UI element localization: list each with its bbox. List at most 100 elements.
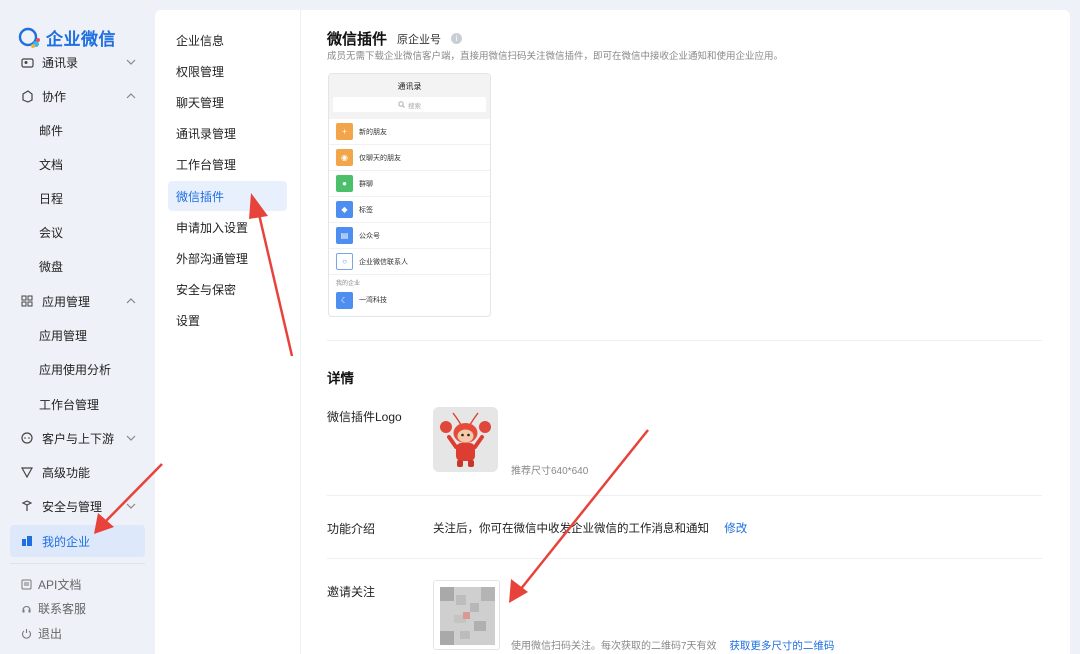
subnav-label: 外部沟通管理 xyxy=(176,251,249,266)
nav-docs[interactable]: 文档 xyxy=(10,148,145,180)
subnav-label: 通讯录管理 xyxy=(176,126,237,141)
chevron-down-icon xyxy=(126,503,136,509)
apps-icon xyxy=(20,294,34,308)
subnav-wechat-plugin[interactable]: 微信插件 xyxy=(168,181,287,211)
nav-label: 日程 xyxy=(39,191,64,206)
func-intro-text: 关注后，你可在微信中收发企业微信的工作消息和通知 xyxy=(433,523,709,535)
func-intro: 关注后，你可在微信中收发企业微信的工作消息和通知 修改 xyxy=(433,520,747,536)
subnav-label: 企业信息 xyxy=(176,33,225,48)
preview-row-label: 群聊 xyxy=(359,180,373,188)
content-area: 微信插件 原企业号 i 成员无需下载企业微信客户端，直接用微信扫码关注微信插件，… xyxy=(327,10,1047,654)
nav-label: 工作台管理 xyxy=(39,397,100,412)
preview-header: 通讯录 搜索 xyxy=(329,74,490,119)
official-account-icon: ▤ xyxy=(336,227,353,244)
plugin-logo-image[interactable] xyxy=(433,407,498,472)
subnav-settings[interactable]: 设置 xyxy=(168,305,287,335)
subnav-label: 聊天管理 xyxy=(176,95,225,110)
qr-code-image[interactable] xyxy=(433,580,500,650)
footer-api-docs[interactable]: API文档 xyxy=(20,574,81,594)
nav-contacts[interactable]: 通讯录 xyxy=(10,46,145,78)
chevron-up-icon xyxy=(126,298,136,304)
nav-mail[interactable]: 邮件 xyxy=(10,114,145,146)
footer-label: API文档 xyxy=(38,577,82,592)
nav-calendar[interactable]: 日程 xyxy=(10,182,145,214)
nav-app-management[interactable]: 应用管理 xyxy=(10,285,145,317)
nav-drive[interactable]: 微盘 xyxy=(10,250,145,282)
sidebar-divider xyxy=(10,563,145,564)
edit-func-link[interactable]: 修改 xyxy=(724,523,747,535)
wecom-contact-icon: ○ xyxy=(336,253,353,270)
subnav-label: 安全与保密 xyxy=(176,282,237,297)
enterprise-icon xyxy=(20,534,34,548)
group-icon: ● xyxy=(336,175,353,192)
func-label: 功能介绍 xyxy=(327,522,376,536)
qr-code-icon xyxy=(434,581,499,649)
add-friend-icon: + xyxy=(336,123,353,140)
logo-size-hint: 推荐尺寸640*640 xyxy=(511,466,589,477)
nav-app-management-sub[interactable]: 应用管理 xyxy=(10,319,145,351)
footer-label: 退出 xyxy=(38,626,63,641)
enterprise-logo-icon: ☾ xyxy=(336,291,353,309)
preview-row: ☾ 一湾科技 xyxy=(329,287,490,313)
page-header: 微信插件 原企业号 i xyxy=(327,28,463,49)
lobster-mascot-icon xyxy=(433,407,498,472)
nav-security[interactable]: 安全与管理 xyxy=(10,490,145,522)
invite-label: 邀请关注 xyxy=(327,585,376,599)
page-subtitle: 原企业号 xyxy=(397,33,442,46)
subnav-label: 微信插件 xyxy=(176,189,225,204)
subnav-workbench-management[interactable]: 工作台管理 xyxy=(168,149,287,179)
nav-meeting[interactable]: 会议 xyxy=(10,216,145,248)
nav-label: 协作 xyxy=(42,89,67,104)
subnav-chat-management[interactable]: 聊天管理 xyxy=(168,87,287,117)
wechat-preview: 通讯录 搜索 + 新的朋友 ◉ 仅聊天的朋友 ● 群聊 ◆ 标签 ▤ 公众号 ○… xyxy=(328,73,491,317)
chevron-down-icon xyxy=(126,435,136,441)
nav-label: 客户与上下游 xyxy=(42,431,115,446)
subnav-permissions[interactable]: 权限管理 xyxy=(168,56,287,86)
nav-label: 我的企业 xyxy=(42,534,91,549)
nav-label: 安全与管理 xyxy=(42,499,103,514)
preview-enterprise-label: 一湾科技 xyxy=(359,297,387,304)
preview-row: ▤ 公众号 xyxy=(329,223,490,249)
logo-label: 微信插件Logo xyxy=(327,410,402,424)
preview-row-label: 新的朋友 xyxy=(359,128,387,136)
preview-row-label: 公众号 xyxy=(359,232,380,240)
subnav-join-settings[interactable]: 申请加入设置 xyxy=(168,212,287,242)
security-icon xyxy=(20,499,34,513)
info-icon[interactable]: i xyxy=(451,33,463,44)
preview-row: ● 群聊 xyxy=(329,171,490,197)
contacts-icon xyxy=(20,55,34,69)
nav-label: 高级功能 xyxy=(42,465,91,480)
subnav-external-communication[interactable]: 外部沟通管理 xyxy=(168,243,287,273)
main-panel: 企业信息 权限管理 聊天管理 通讯录管理 工作台管理 微信插件 申请加入设置 外… xyxy=(155,10,1070,654)
details-title: 详情 xyxy=(327,371,354,386)
collaborate-icon xyxy=(20,89,34,103)
preview-row: + 新的朋友 xyxy=(329,119,490,145)
headset-icon xyxy=(20,602,32,614)
subnav-enterprise-info[interactable]: 企业信息 xyxy=(168,25,287,55)
subnav-contacts-management[interactable]: 通讯录管理 xyxy=(168,118,287,148)
subnav-security-privacy[interactable]: 安全与保密 xyxy=(168,274,287,304)
nav-my-enterprise[interactable]: 我的企业 xyxy=(10,525,145,557)
preview-row: ◆ 标签 xyxy=(329,197,490,223)
preview-section-label: 我的企业 xyxy=(336,281,361,287)
footer-contact-support[interactable]: 联系客服 xyxy=(20,598,86,618)
nav-collaborate[interactable]: 协作 xyxy=(10,80,145,112)
nav-label: 邮件 xyxy=(39,123,64,138)
preview-search-placeholder: 搜索 xyxy=(408,102,421,110)
divider xyxy=(327,340,1042,341)
nav-label: 文档 xyxy=(39,157,64,172)
footer-logout[interactable]: 退出 xyxy=(20,623,62,643)
nav-workbench[interactable]: 工作台管理 xyxy=(10,388,145,420)
advanced-icon xyxy=(20,465,34,479)
preview-search: 搜索 xyxy=(333,97,486,112)
nav-label: 应用使用分析 xyxy=(39,362,112,377)
chevron-down-icon xyxy=(126,59,136,65)
nav-advanced[interactable]: 高级功能 xyxy=(10,456,145,488)
invite-hint: 使用微信扫码关注。每次获取的二维码7天有效 获取更多尺寸的二维码 xyxy=(511,637,834,653)
nav-app-analytics[interactable]: 应用使用分析 xyxy=(10,353,145,385)
nav-customers[interactable]: 客户与上下游 xyxy=(10,422,145,454)
more-qr-sizes-link[interactable]: 获取更多尺寸的二维码 xyxy=(729,640,834,652)
preview-row-label: 标签 xyxy=(359,206,373,214)
search-icon xyxy=(398,101,405,108)
subnav-label: 申请加入设置 xyxy=(176,220,249,235)
